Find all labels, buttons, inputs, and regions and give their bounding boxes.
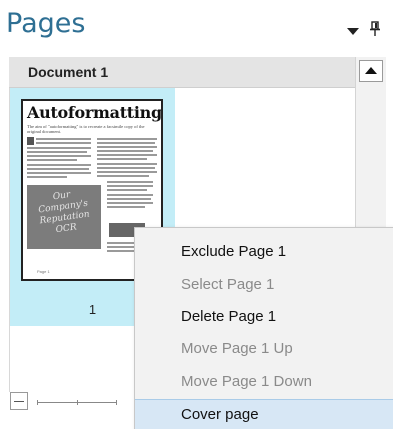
- menu-item-label: Move Page 1 Down: [181, 373, 312, 390]
- thumbnail-title: Autoformatting: [27, 103, 162, 122]
- menu-item-label: Exclude Page 1: [181, 243, 287, 260]
- zoom-out-button[interactable]: [10, 392, 28, 410]
- arrow-up-icon: [365, 67, 377, 74]
- thumbnail-subtitle: The aim of "autoformatting" is to recrea…: [27, 124, 145, 134]
- menu-item-move-page-down[interactable]: Move Page 1 Down: [135, 367, 393, 397]
- zoom-tick: [116, 400, 117, 405]
- thumbnail-footer: Page 1: [37, 269, 50, 274]
- scroll-up-button[interactable]: [359, 60, 383, 82]
- drop-cap: [27, 137, 34, 145]
- menu-item-label: Delete Page 1: [181, 308, 277, 325]
- thumbnail-image-text: Our Company's Reputation OCR: [37, 189, 91, 236]
- context-menu: Exclude Page 1 Select Page 1 Delete Page…: [134, 227, 393, 429]
- document-label: Document 1: [28, 64, 109, 80]
- thumbnail-image: Our Company's Reputation OCR: [27, 185, 101, 249]
- menu-item-label: Select Page 1: [181, 276, 275, 293]
- pin-icon[interactable]: [368, 21, 382, 37]
- menu-item-label: Move Page 1 Up: [181, 340, 293, 357]
- zoom-tick: [77, 400, 78, 405]
- document-header[interactable]: Document 1: [9, 57, 384, 88]
- menu-item-delete-page[interactable]: Delete Page 1: [135, 302, 393, 332]
- minus-icon: [14, 401, 24, 402]
- menu-item-label: Cover page: [181, 406, 259, 423]
- triangle-down-icon[interactable]: [347, 28, 359, 35]
- menu-item-exclude-page[interactable]: Exclude Page 1: [135, 237, 393, 267]
- zoom-tick: [37, 400, 38, 405]
- menu-item-select-page[interactable]: Select Page 1: [135, 270, 393, 300]
- pane-title: Pages: [6, 8, 86, 39]
- menu-item-move-page-up[interactable]: Move Page 1 Up: [135, 334, 393, 364]
